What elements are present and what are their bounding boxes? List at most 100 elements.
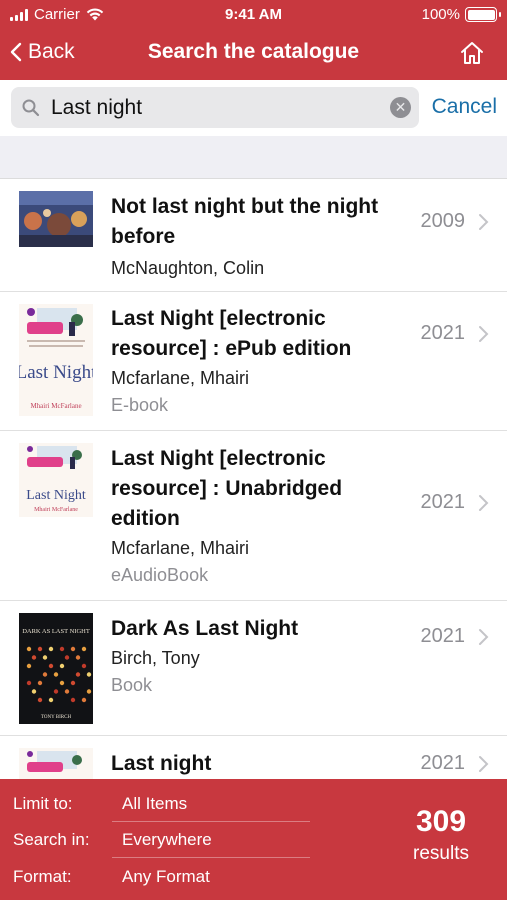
cover-light-dot (42, 672, 48, 677)
search-options-footer: Limit to: All Items Search in: Everywher… (0, 779, 507, 900)
result-title: Not last night but the night before (111, 195, 379, 248)
home-icon[interactable] (459, 40, 485, 66)
cover-light-dot (81, 646, 87, 652)
search-bar: Last night ✕ Cancel (0, 80, 507, 136)
result-row[interactable]: Last night 2021 (0, 736, 507, 779)
cover-light-dot (81, 697, 87, 703)
nav-bar: Back Search the catalogue (0, 30, 507, 78)
cover-light-dot (59, 680, 65, 686)
result-author: Mcfarlane, Mhairi (111, 538, 250, 558)
chevron-right-icon (479, 629, 489, 645)
format-value[interactable]: Any Format (122, 867, 210, 887)
cancel-button[interactable]: Cancel (432, 95, 497, 119)
limit-to-label: Limit to: (13, 794, 73, 813)
list-header-spacer (0, 136, 507, 179)
clear-search-icon[interactable]: ✕ (390, 97, 411, 118)
result-format: Book (111, 675, 153, 695)
result-text: Last Night [electronic resource] : ePub … (111, 304, 401, 419)
battery-percent: 100% (421, 6, 460, 23)
status-bar: Carrier 9:41 AM 100% (0, 0, 507, 30)
result-year: 2021 (420, 752, 466, 774)
results-count-number: 309 (415, 805, 467, 838)
result-year: 2009 (420, 210, 466, 232)
cover-light-dot (81, 663, 87, 669)
chevron-right-icon (479, 214, 489, 230)
cover-light-dot (48, 697, 54, 703)
result-title: Last Night [electronic resource] : Unabr… (111, 447, 343, 530)
book-cover-image (19, 748, 93, 779)
cover-light-dot (70, 646, 76, 652)
cover-light-dot (64, 689, 70, 694)
back-label: Back (28, 40, 75, 63)
cover-light-dot (42, 655, 48, 660)
cover-light-dot (86, 672, 92, 677)
result-format: eAudioBook (111, 565, 209, 585)
cover-light-dot (70, 697, 76, 703)
cover-light-dot (59, 663, 65, 669)
format-label: Format: (13, 867, 72, 886)
result-year: 2021 (420, 491, 466, 513)
cover-author: Mhairi McFarlane (34, 507, 78, 513)
chevron-left-icon (10, 42, 22, 62)
cover-author: TONY BIRCH (41, 715, 72, 720)
limit-to-row[interactable]: Limit to: All Items (0, 786, 310, 822)
divider (112, 857, 310, 858)
cover-light-dot (48, 663, 54, 669)
page-title: Search the catalogue (147, 40, 360, 63)
cover-title: Last Night (26, 488, 86, 503)
search-input[interactable]: Last night ✕ (11, 87, 419, 128)
chevron-right-icon (479, 495, 489, 511)
result-row[interactable]: Last Night Mhairi McFarlane Last Night [… (0, 431, 507, 601)
result-author: Mcfarlane, Mhairi (111, 368, 250, 388)
results-count: 309 results (413, 805, 469, 865)
results-list: Not last night but the night before McNa… (0, 179, 507, 779)
book-cover-image: Last Night Mhairi McFarlane (19, 443, 93, 517)
result-author: Birch, Tony (111, 648, 200, 668)
result-title: Dark As Last Night (111, 617, 299, 640)
cover-light-dot (37, 680, 43, 686)
cover-light-dot (37, 646, 43, 652)
result-row[interactable]: DARK AS LAST NIGHT TONY BIRCH Dark As La… (0, 601, 507, 736)
cover-light-dot (26, 680, 32, 686)
chevron-right-icon (479, 756, 489, 772)
limit-to-value[interactable]: All Items (122, 794, 187, 814)
battery-icon (465, 7, 501, 22)
result-year: 2021 (420, 625, 466, 647)
cover-light-dot (31, 689, 37, 694)
cover-light-dot (26, 646, 32, 652)
search-icon (22, 99, 40, 117)
cover-author: Mhairi McFarlane (30, 402, 81, 410)
result-row[interactable]: Not last night but the night before McNa… (0, 179, 507, 292)
search-in-label: Search in: (13, 830, 90, 849)
book-cover-image: Last Night Mhairi McFarlane (19, 304, 93, 416)
result-title: Last Night [electronic resource] : ePub … (111, 307, 352, 360)
cover-title: Last Night (19, 362, 93, 383)
cover-light-dot (59, 646, 65, 652)
cover-light-dot (53, 689, 59, 694)
format-row[interactable]: Format: Any Format (0, 859, 310, 895)
result-year: 2021 (420, 322, 466, 344)
cover-title: DARK AS LAST NIGHT (22, 628, 90, 635)
chevron-right-icon (479, 326, 489, 342)
cover-light-dot (86, 689, 92, 694)
cover-light-dot (31, 655, 37, 660)
app-header: Carrier 9:41 AM 100% Back Search the cat… (0, 0, 507, 80)
battery-group: 100% (421, 6, 501, 23)
back-button[interactable]: Back (10, 40, 75, 64)
result-title: Last night (111, 752, 212, 775)
book-cover-image (19, 191, 93, 247)
cover-light-dot (53, 672, 59, 677)
cover-light-dot (48, 646, 54, 652)
book-cover-image: DARK AS LAST NIGHT TONY BIRCH (19, 613, 93, 724)
result-row[interactable]: Last Night Mhairi McFarlane Last Night [… (0, 292, 507, 431)
cover-light-dot (26, 663, 32, 669)
results-count-label: results (413, 843, 469, 864)
search-query: Last night (51, 96, 143, 119)
search-in-row[interactable]: Search in: Everywhere (0, 822, 310, 858)
result-author: McNaughton, Colin (111, 258, 265, 278)
result-text: Dark As Last Night Birch, Tony Book (111, 614, 401, 699)
search-in-value[interactable]: Everywhere (122, 830, 212, 850)
cover-light-dot (75, 672, 81, 677)
cover-light-dot (70, 680, 76, 686)
cover-light-dot (64, 655, 70, 660)
